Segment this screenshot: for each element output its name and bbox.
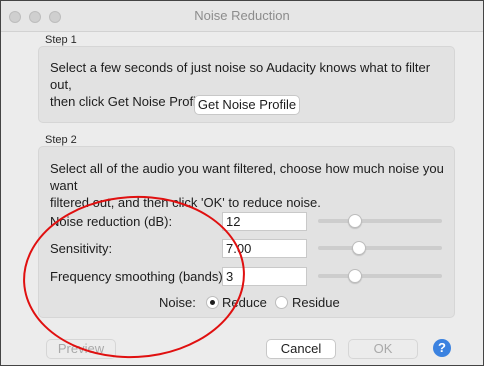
step2-label: Step 2 <box>45 134 77 146</box>
frequency-smoothing-slider-thumb[interactable] <box>348 269 362 283</box>
residue-radio[interactable] <box>275 296 288 309</box>
noise-reduction-dialog: Noise Reduction Step 1 Select a few seco… <box>0 0 484 366</box>
residue-radio-label[interactable]: Residue <box>292 295 340 310</box>
cancel-button[interactable]: Cancel <box>266 339 336 359</box>
help-icon[interactable]: ? <box>433 339 451 357</box>
sensitivity-slider[interactable] <box>318 241 442 255</box>
get-noise-profile-button[interactable]: Get Noise Profile <box>194 95 300 115</box>
frequency-smoothing-slider[interactable] <box>318 269 442 283</box>
step1-description-line1: Select a few seconds of just noise so Au… <box>50 60 431 92</box>
noise-reduction-slider[interactable] <box>318 214 442 228</box>
sensitivity-slider-thumb[interactable] <box>352 241 366 255</box>
noise-reduction-slider-thumb[interactable] <box>348 214 362 228</box>
step2-description-line1: Select all of the audio you want filtere… <box>50 161 444 193</box>
noise-reduction-input[interactable] <box>222 212 307 231</box>
ok-button[interactable]: OK <box>348 339 418 359</box>
title-bar: Noise Reduction <box>1 1 483 32</box>
step1-label: Step 1 <box>45 34 77 46</box>
window-title: Noise Reduction <box>194 8 290 23</box>
